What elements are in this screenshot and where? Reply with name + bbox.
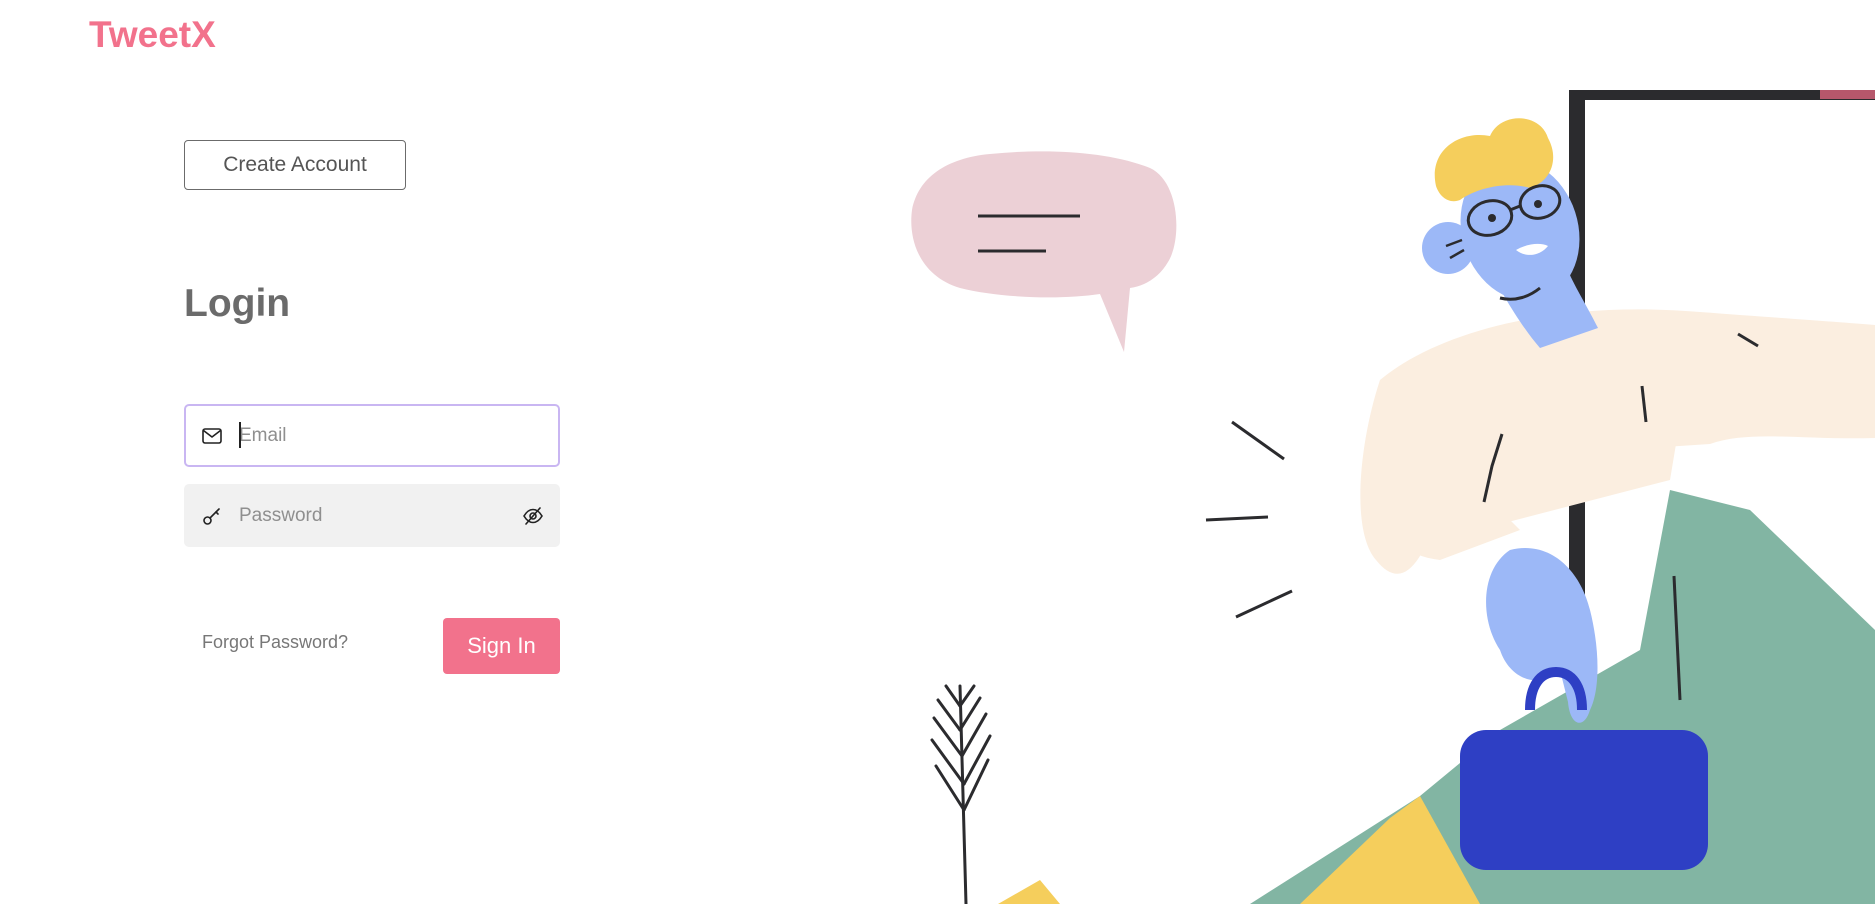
mail-icon: [201, 425, 223, 447]
email-field[interactable]: [184, 404, 560, 467]
sign-in-button[interactable]: Sign In: [443, 618, 560, 674]
password-input[interactable]: [239, 495, 499, 536]
create-account-button[interactable]: Create Account: [184, 140, 406, 190]
eye-off-icon[interactable]: [522, 505, 544, 527]
page-title: Login: [184, 282, 291, 325]
forgot-password-link[interactable]: Forgot Password?: [202, 632, 348, 653]
text-cursor: [239, 422, 241, 448]
email-input[interactable]: [239, 415, 499, 456]
key-icon: [201, 505, 223, 527]
brand-logo[interactable]: TweetX: [89, 14, 216, 56]
hero-illustration: [911, 90, 1875, 904]
login-page: TweetX Create Account Login Email Forgot…: [0, 0, 1875, 904]
password-field[interactable]: [184, 484, 560, 547]
